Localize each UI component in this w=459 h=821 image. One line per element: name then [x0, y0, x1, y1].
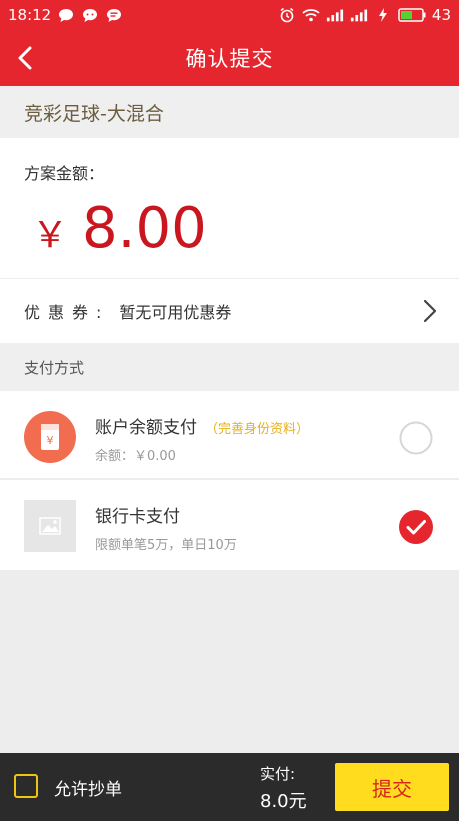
image-placeholder-icon — [24, 500, 76, 552]
payment-method-bankcard[interactable]: 银行卡支付 限额单笔5万，单日10万 — [0, 480, 459, 570]
charging-icon — [374, 7, 392, 23]
submit-button[interactable]: 提交 — [335, 763, 449, 811]
status-right: 43 — [278, 6, 451, 24]
amount-card: 方案金额： ￥ 8.00 — [0, 138, 459, 278]
message-icon — [105, 7, 123, 23]
back-chevron-icon[interactable] — [12, 44, 40, 72]
payment-title-text: 账户余额支付 — [95, 418, 197, 438]
battery-level: 43 — [431, 6, 451, 24]
signal-icon — [350, 7, 368, 23]
amount-number: 8.00 — [82, 196, 207, 261]
status-bar: 18:12 43 — [0, 0, 459, 30]
complete-identity-link[interactable]: （完善身份资料） — [205, 422, 309, 437]
amount-label: 方案金额： — [24, 164, 105, 183]
lottery-type: 竞彩足球-大混合 — [0, 86, 459, 138]
paid-value: 8.0元 — [260, 791, 307, 812]
allow-copy-checkbox[interactable] — [14, 774, 38, 798]
wallet-icon: ¥ — [24, 411, 76, 463]
alarm-icon — [278, 7, 296, 23]
signal-icon — [326, 7, 344, 23]
limit-text: 限额单笔5万，单日10万 — [95, 538, 237, 553]
amount-value: ￥ 8.00 — [32, 196, 207, 261]
wifi-icon — [302, 7, 320, 23]
coupon-value: 暂无可用优惠券 — [119, 303, 232, 322]
currency-symbol: ￥ — [32, 215, 69, 256]
payment-method-balance[interactable]: ¥ 账户余额支付 （完善身份资料） 余额：￥0.00 — [0, 391, 459, 479]
payment-section-title: 支付方式 — [0, 343, 459, 391]
status-time: 18:12 — [8, 6, 52, 24]
coupon-row[interactable]: 优惠券: 暂无可用优惠券 — [0, 279, 459, 343]
radio-checked-icon[interactable] — [399, 510, 433, 544]
messenger-icon — [81, 7, 99, 23]
balance-text: 余额：￥0.00 — [95, 449, 176, 464]
header-bar: 确认提交 — [0, 30, 459, 86]
allow-copy-label: 允许抄单 — [54, 780, 122, 800]
battery-icon — [398, 7, 426, 23]
chevron-right-icon — [423, 299, 437, 323]
chat-bubble-icon — [57, 7, 75, 23]
coupon-label: 优惠券: — [24, 303, 110, 322]
svg-text:¥: ¥ — [47, 434, 54, 447]
bottom-bar: 允许抄单 实付: 8.0元 提交 — [0, 753, 459, 821]
radio-unchecked-icon[interactable] — [399, 421, 433, 455]
paid-label: 实付: — [260, 765, 296, 783]
status-left: 18:12 — [8, 6, 123, 24]
page-title: 确认提交 — [185, 47, 274, 71]
payment-method-title: 银行卡支付 — [95, 507, 180, 527]
payment-method-title: 账户余额支付 （完善身份资料） — [95, 413, 309, 438]
